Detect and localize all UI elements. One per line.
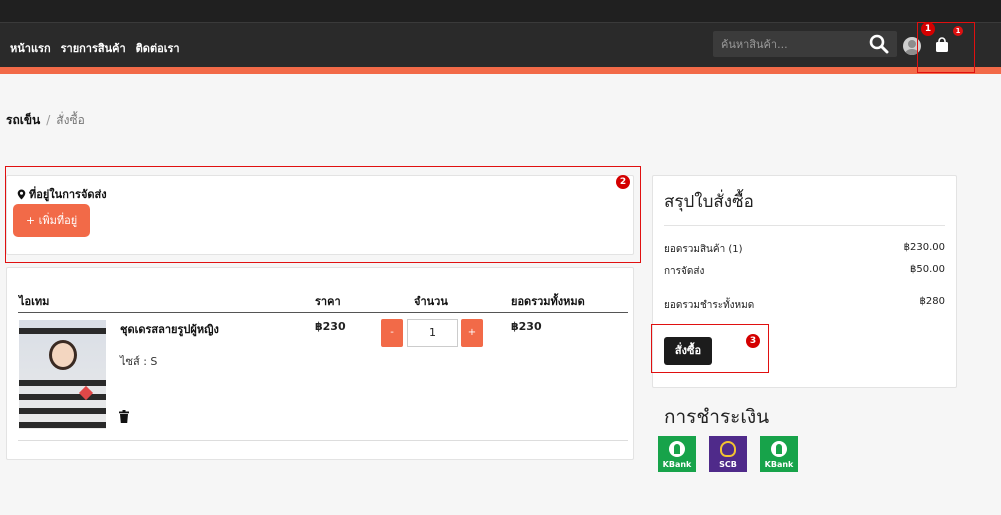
trash-icon[interactable]: [119, 410, 129, 423]
search-box: [713, 31, 897, 57]
payment-title: การชำระเงิน: [664, 406, 770, 428]
breadcrumb-current: สั่งซื้อ: [56, 113, 85, 127]
quantity-input[interactable]: 1: [407, 319, 458, 347]
product-price: ฿230: [315, 320, 346, 333]
nav-home[interactable]: หน้าแรก: [10, 39, 51, 57]
annotation-marker: 3: [746, 334, 760, 348]
product-name[interactable]: ชุดเดรสลายรูปผู้หญิง: [120, 320, 219, 338]
kbank-logo-icon: [669, 441, 685, 457]
search-input[interactable]: [713, 31, 863, 57]
search-icon[interactable]: [869, 34, 889, 54]
summary-grand-total-value: ฿280: [919, 296, 945, 307]
scb-logo-icon: [720, 441, 736, 457]
column-header-price: ราคา: [315, 295, 341, 308]
annotation-box-address: [5, 166, 641, 263]
annotation-marker: 1: [921, 22, 935, 36]
annotation-box-order: [651, 324, 769, 373]
quantity-increase-button[interactable]: +: [461, 319, 483, 347]
product-variant: ไซส์ : S: [120, 355, 158, 368]
column-header-item: ไอเทม: [19, 295, 50, 308]
breadcrumb-cart-link[interactable]: รถเข็น: [6, 113, 40, 127]
column-header-quantity: จำนวน: [414, 295, 448, 308]
payment-method-kbank-2[interactable]: KBank: [760, 436, 798, 472]
payment-method-scb[interactable]: SCB: [709, 436, 747, 472]
top-strip: [0, 0, 1001, 22]
summary-grand-total-label: ยอดรวมชำระทั้งหมด: [664, 300, 755, 311]
annotation-marker: 2: [616, 175, 630, 189]
breadcrumb: รถเข็น / สั่งซื้อ: [6, 111, 85, 130]
product-image[interactable]: [19, 320, 106, 429]
summary-shipping-value: ฿50.00: [910, 264, 945, 275]
quantity-decrease-button[interactable]: -: [381, 319, 403, 347]
navbar: หน้าแรก รายการสินค้า ติดต่อเรา 1: [0, 22, 1001, 67]
summary-shipping-label: การจัดส่ง: [664, 266, 705, 277]
summary-subtotal-value: ฿230.00: [903, 242, 945, 253]
nav-products[interactable]: รายการสินค้า: [61, 39, 126, 57]
breadcrumb-separator: /: [46, 113, 51, 127]
payment-method-kbank[interactable]: KBank: [658, 436, 696, 472]
summary-subtotal-label: ยอดรวมสินค้า (1): [664, 244, 743, 255]
product-line-total: ฿230: [511, 320, 542, 333]
nav-contact[interactable]: ติดต่อเรา: [136, 39, 180, 57]
kbank-logo-icon: [771, 441, 787, 457]
nav-links: หน้าแรก รายการสินค้า ติดต่อเรา: [10, 39, 180, 57]
accent-bar: [0, 67, 1001, 74]
summary-title: สรุปใบสั่งซื้อ: [664, 192, 754, 212]
column-header-total: ยอดรวมทั้งหมด: [511, 295, 585, 308]
summary-divider: [664, 225, 945, 226]
table-header-divider: [18, 312, 628, 313]
table-row-divider: [18, 440, 628, 441]
